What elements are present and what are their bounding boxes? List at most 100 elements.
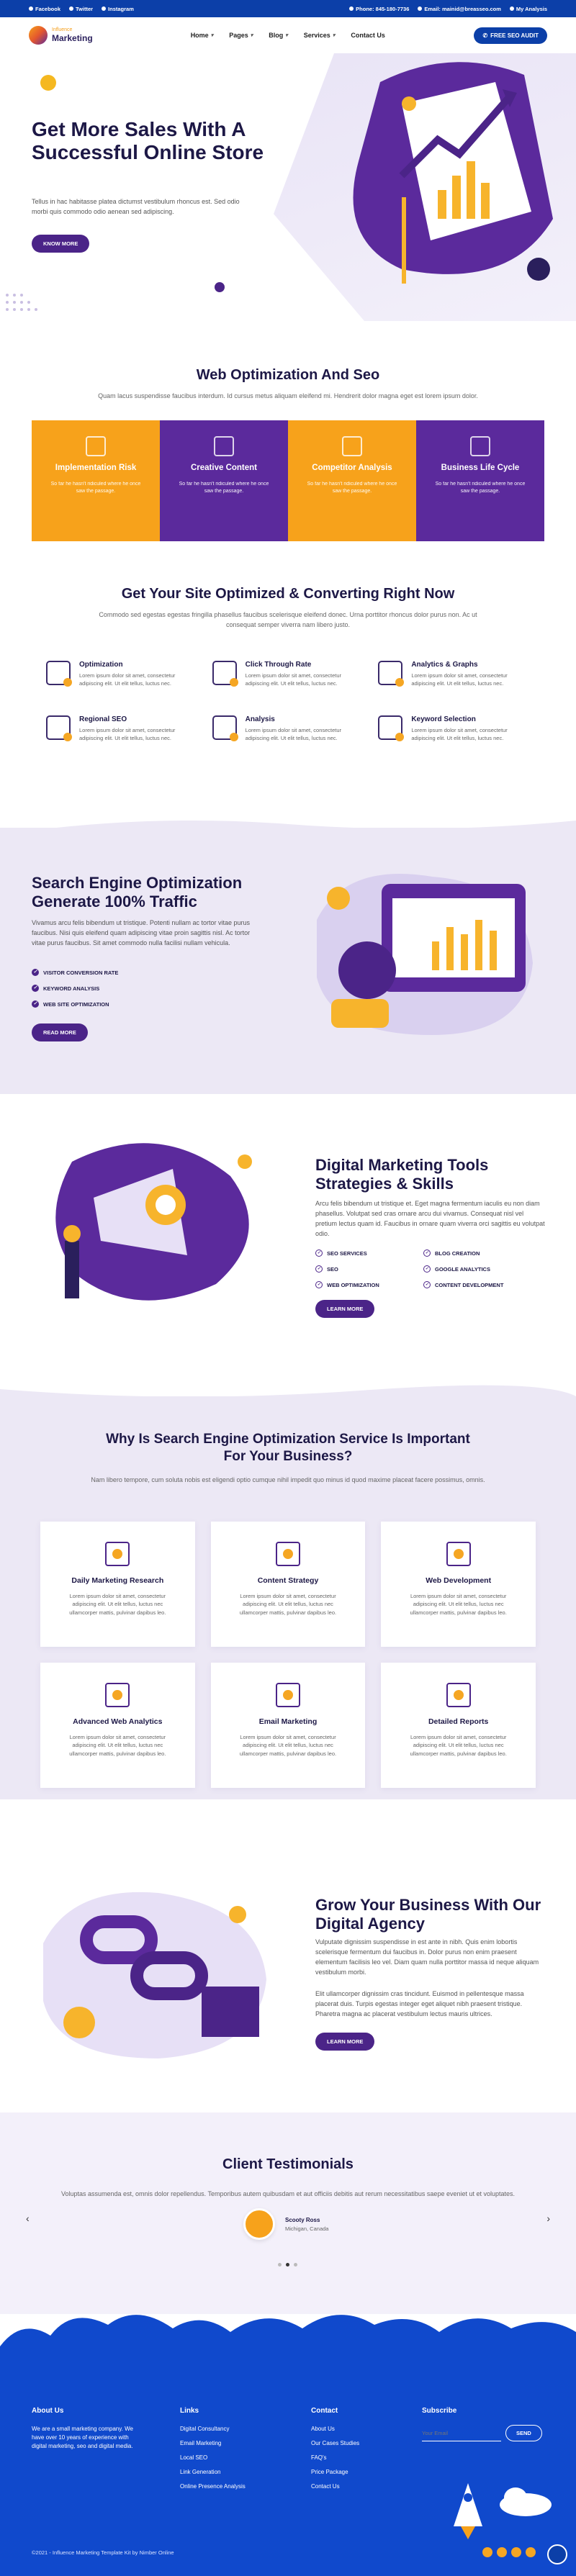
- learn-more-button[interactable]: LEARN MORE: [315, 1300, 375, 1318]
- footer-link[interactable]: Online Presence Analysis: [180, 2482, 246, 2491]
- optimized-subtitle: Commodo sed egestas egestas fringilla ph…: [99, 611, 477, 628]
- feature-analysis: Analysis Lorem ipsum dolor sit amet, cons…: [212, 715, 364, 743]
- check-item: ✓ SEO: [315, 1265, 423, 1273]
- card-content-strategy[interactable]: Content Strategy Lorem ipsum dolor sit am…: [210, 1522, 366, 1647]
- map-icon: [46, 715, 72, 741]
- phone-icon: ✆: [482, 32, 488, 39]
- card-email-marketing[interactable]: Email Marketing Lorem ipsum dolor sit ame…: [210, 1663, 366, 1788]
- youtube-icon[interactable]: [526, 2547, 536, 2557]
- analysis-icon: [212, 715, 238, 741]
- chevron-down-icon: ▾: [250, 33, 253, 38]
- card-business-life-cycle[interactable]: Business Life Cycle So far he hasn't ridi…: [416, 420, 544, 541]
- grow-text-1: Vulputate dignissim suspendisse in est a…: [315, 1938, 539, 1976]
- check-icon: ✓: [315, 1265, 323, 1273]
- email-info[interactable]: Email: mainid@breasseo.com: [418, 6, 501, 12]
- user-icon: [509, 6, 514, 11]
- prev-arrow-icon[interactable]: ‹: [26, 2213, 30, 2224]
- nav-item-blog[interactable]: Blog ▾: [269, 32, 288, 39]
- footer-link[interactable]: Digital Consultancy: [180, 2425, 246, 2433]
- nav-item-pages[interactable]: Pages ▾: [229, 32, 253, 39]
- card-daily-marketing-research[interactable]: Daily Marketing Research Lorem ipsum dolo…: [40, 1522, 195, 1647]
- phone-info[interactable]: Phone: 845-180-7736: [349, 6, 409, 12]
- why-cards: Daily Marketing Research Lorem ipsum dolo…: [40, 1522, 536, 1788]
- footer-social: [482, 2547, 536, 2557]
- footer-link[interactable]: Our Cases Studies: [311, 2439, 359, 2448]
- grow-illustration: [43, 1892, 266, 2058]
- copyright: ©2021 - Influence Marketing Template Kit…: [32, 2549, 174, 2556]
- twitter-icon[interactable]: [497, 2547, 507, 2557]
- footer-link[interactable]: FAQ's: [311, 2454, 359, 2462]
- decor-circle: [40, 75, 56, 91]
- card-implementation-risk[interactable]: Implementation Risk So far he hasn't ridi…: [32, 420, 160, 541]
- check-icon: ✓: [315, 1249, 323, 1257]
- why-subtitle: Nam libero tempore, cum soluta nobis est…: [91, 1476, 485, 1483]
- twitter-icon: [69, 6, 74, 11]
- card-competitor-analysis[interactable]: Competitor Analysis So far he hasn't ridi…: [288, 420, 416, 541]
- nav-item-services[interactable]: Services ▾: [304, 32, 336, 39]
- logo[interactable]: Influence Marketing: [29, 26, 93, 45]
- grow-text-2: Elit ullamcorper dignissim cras tincidun…: [315, 1990, 524, 2017]
- instagram-icon: [102, 6, 107, 11]
- check-icon: ✓: [32, 969, 39, 976]
- hero-title: Get More Sales With A Successful Online …: [32, 118, 264, 164]
- carousel-dot[interactable]: [294, 2263, 297, 2267]
- testimonial-location: Michigan, Canada: [285, 2225, 329, 2232]
- feature-grid: Optimization Lorem ipsum dolor sit amet, …: [46, 661, 530, 743]
- check-icon: ✓: [423, 1281, 431, 1288]
- testimonial-quote: Voluptas assumenda est, omnis dolor repe…: [60, 2190, 516, 2197]
- instagram-link[interactable]: Instagram: [102, 6, 134, 12]
- phone-icon: [349, 6, 354, 11]
- check-item: ✓ CONTENT DEVELOPMENT: [423, 1281, 531, 1288]
- wave-divider: [0, 821, 576, 835]
- instagram-icon[interactable]: [511, 2547, 521, 2557]
- card-creative-content[interactable]: Creative Content So far he hasn't ridicul…: [160, 420, 288, 541]
- carousel-dot[interactable]: [286, 2263, 289, 2267]
- footer-link[interactable]: Link Generation: [180, 2468, 246, 2477]
- nav-item-home[interactable]: Home ▾: [191, 32, 214, 39]
- facebook-icon[interactable]: [482, 2547, 492, 2557]
- footer-link[interactable]: Contact Us: [311, 2482, 359, 2491]
- card-detailed-reports[interactable]: Detailed Reports Lorem ipsum dolor sit am…: [381, 1663, 536, 1788]
- footer-link[interactable]: Local SEO: [180, 2454, 246, 2462]
- feature-keyword-selection: Keyword Selection Lorem ipsum dolor sit a…: [378, 715, 530, 743]
- check-item: ✓ KEYWORD ANALYSIS: [32, 985, 118, 992]
- free-seo-audit-button[interactable]: ✆ FREE SEO AUDIT: [474, 27, 547, 44]
- check-icon: ✓: [423, 1265, 431, 1273]
- document-icon: [275, 1542, 300, 1566]
- search-icon: [342, 436, 362, 456]
- check-icon: ✓: [423, 1249, 431, 1257]
- wave-divider: [0, 1385, 576, 1404]
- check-icon: ✓: [315, 1281, 323, 1288]
- twitter-link[interactable]: Twitter: [69, 6, 93, 12]
- chart-icon: [105, 1683, 130, 1707]
- footer-link[interactable]: Price Package: [311, 2468, 359, 2477]
- footer-link[interactable]: Email Marketing: [180, 2439, 246, 2448]
- send-button[interactable]: SEND: [505, 2425, 542, 2442]
- next-arrow-icon[interactable]: ›: [546, 2213, 550, 2224]
- chat-bubble-icon[interactable]: [547, 2544, 567, 2564]
- testimonial-band: [0, 2112, 576, 2314]
- carousel-dot[interactable]: [278, 2263, 282, 2267]
- card-web-development[interactable]: Web Development Lorem ipsum dolor sit ame…: [381, 1522, 536, 1647]
- main-nav: Influence Marketing Home ▾ Pages ▾ Blog ▾ Se…: [0, 17, 576, 53]
- check-item: ✓ WEB OPTIMIZATION: [315, 1281, 423, 1288]
- know-more-button[interactable]: KNOW MORE: [32, 235, 90, 253]
- read-more-button[interactable]: READ MORE: [32, 1023, 88, 1041]
- optimization-icon: [46, 661, 72, 687]
- facebook-link[interactable]: Facebook: [29, 6, 60, 12]
- grow-learn-more-button[interactable]: LEARN MORE: [315, 2033, 375, 2051]
- rocket-logo-icon: [29, 26, 48, 45]
- gear-icon: [214, 436, 234, 456]
- why-title: Why Is Search Engine Optimization Servic…: [106, 1432, 470, 1464]
- nav-item-contact[interactable]: Contact Us: [351, 32, 385, 39]
- testimonials-title: Client Testimonials: [222, 2156, 354, 2172]
- seo-text: Vivamus arcu felis bibendum ut tristique…: [32, 919, 251, 946]
- footer-link[interactable]: About Us: [311, 2425, 359, 2433]
- logo-main-text: Marketing: [52, 32, 93, 43]
- logo-top-text: Influence: [52, 27, 73, 32]
- check-item: ✓ WEB SITE OPTIMIZATION: [32, 1000, 118, 1008]
- tools-illustration: [55, 1143, 252, 1301]
- subscribe-email-input[interactable]: [422, 2425, 501, 2441]
- card-advanced-web-analytics[interactable]: Advanced Web Analytics Lorem ipsum dolor …: [40, 1663, 195, 1788]
- account-link[interactable]: My Analysis: [509, 6, 547, 12]
